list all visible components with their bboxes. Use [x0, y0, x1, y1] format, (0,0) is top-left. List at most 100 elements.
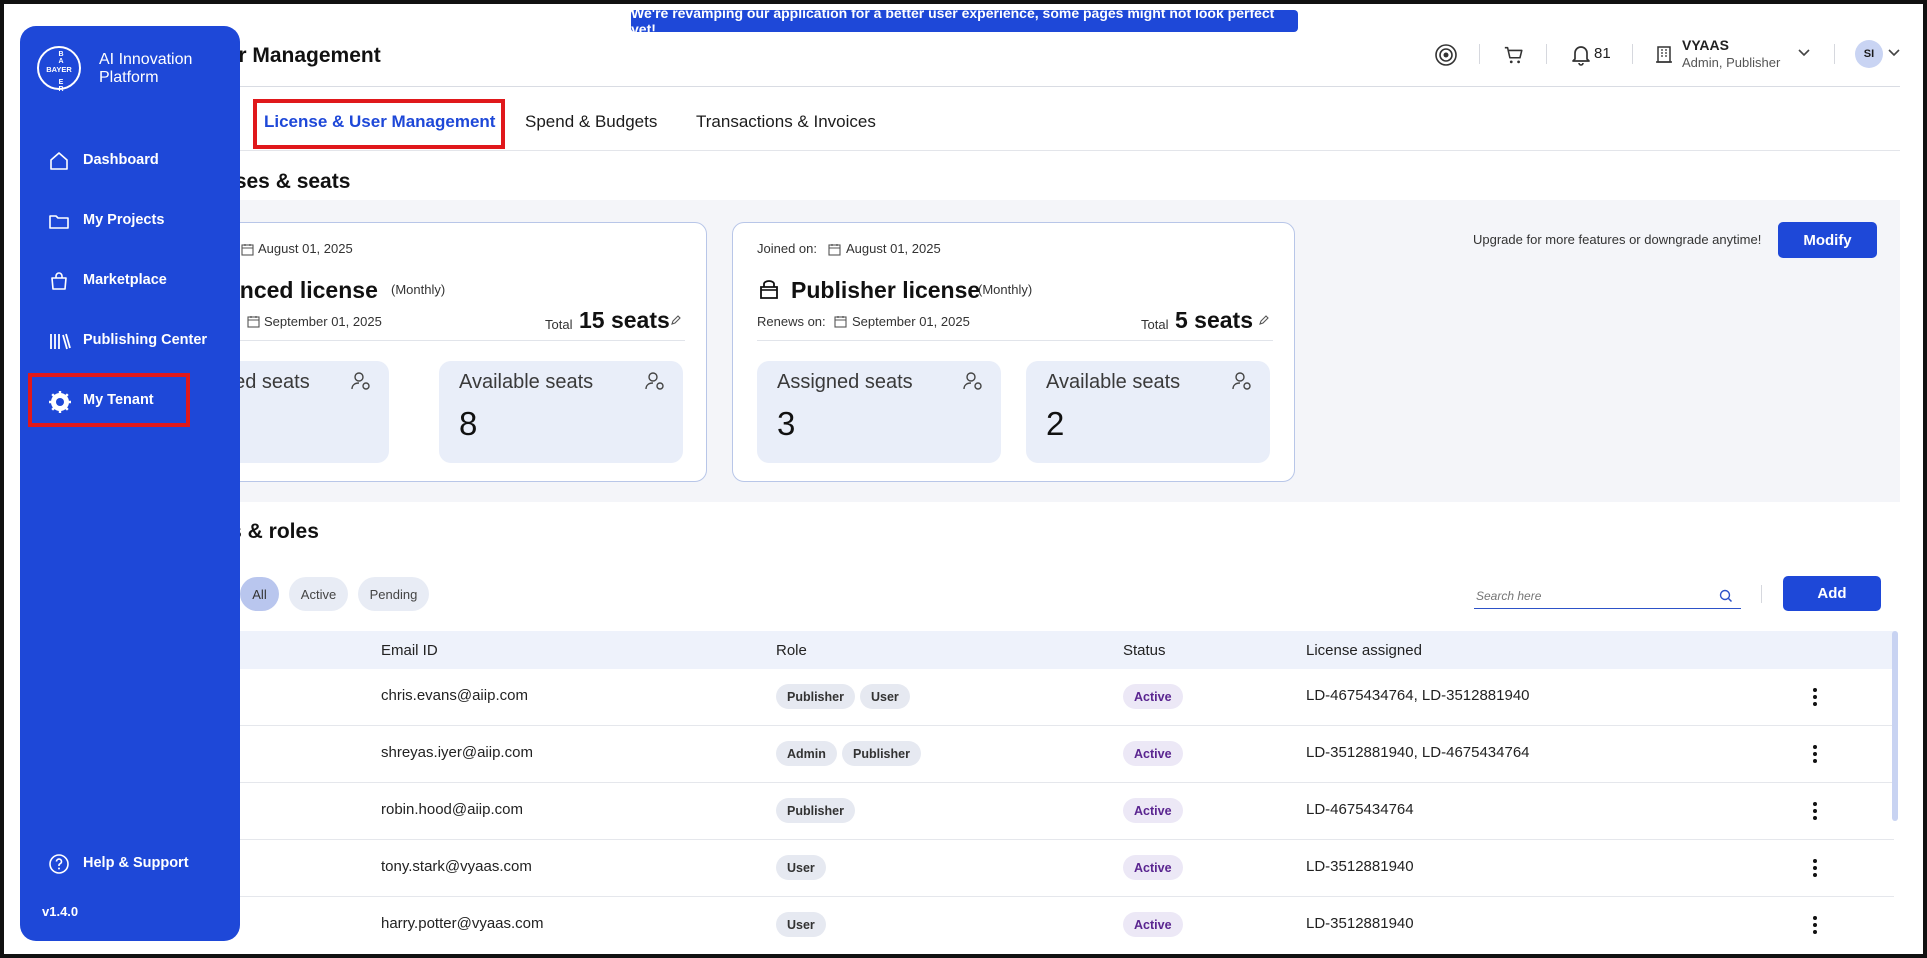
add-user-button[interactable]: Add: [1783, 576, 1881, 611]
calendar-icon: [827, 242, 841, 256]
email-cell: robin.hood@aiip.com: [381, 801, 523, 818]
email-cell: shreyas.iyer@aiip.com: [381, 744, 533, 761]
joined-date: August 01, 2025: [258, 241, 353, 256]
role-chip: Publisher: [776, 798, 855, 823]
total-label: Total: [545, 317, 573, 332]
assigned-seats-box: Assigned seats 3: [757, 361, 1001, 463]
my-tenant-highlight-box: [28, 373, 190, 427]
column-header-license: License assigned: [1306, 642, 1422, 659]
header-divider: [1632, 44, 1633, 64]
total-seats: 5 seats: [1175, 307, 1254, 333]
version-label: v1.4.0: [42, 904, 79, 919]
modify-button[interactable]: Modify: [1778, 222, 1877, 258]
row-actions-menu-icon[interactable]: [1805, 800, 1825, 822]
available-seats-value: 2: [1046, 405, 1065, 442]
license-title: Publisher license: [791, 277, 981, 303]
cart-icon[interactable]: [1502, 43, 1526, 67]
license-period: (Monthly): [391, 282, 446, 297]
chevron-down-icon[interactable]: [1886, 45, 1902, 61]
sidebar-item-label: My Projects: [83, 212, 165, 228]
sidebar-item-label: Dashboard: [83, 152, 159, 168]
role-chip: User: [860, 684, 910, 709]
user-role: Admin, Publisher: [1682, 55, 1781, 70]
bayer-logo: BAER BAYER: [37, 46, 81, 93]
tab-spend-budgets[interactable]: Spend & Budgets: [525, 112, 657, 132]
role-chip: Admin: [776, 741, 837, 766]
email-cell: harry.potter@vyaas.com: [381, 915, 544, 932]
status-badge: Active: [1123, 798, 1183, 823]
chevron-down-icon[interactable]: [1796, 45, 1812, 61]
row-actions-menu-icon[interactable]: [1805, 743, 1825, 765]
email-cell: chris.evans@aiip.com: [381, 687, 528, 704]
sidebar-item-dashboard[interactable]: Dashboard: [20, 141, 240, 181]
header-divider: [1479, 44, 1480, 64]
upgrade-text: Upgrade for more features or downgrade a…: [1473, 232, 1762, 247]
status-badge: Active: [1123, 855, 1183, 880]
publisher-hat-icon: [756, 277, 782, 303]
user-gear-icon: [1232, 371, 1252, 396]
table-scrollbar[interactable]: [1892, 631, 1898, 821]
license-period: (Monthly): [978, 282, 1033, 297]
notification-count: 81: [1594, 45, 1611, 62]
total-label: Total: [1141, 317, 1169, 332]
avatar[interactable]: SI: [1855, 40, 1883, 68]
user-gear-icon: [963, 371, 983, 396]
joined-date: August 01, 2025: [846, 241, 941, 256]
status-badge: Active: [1123, 684, 1183, 709]
available-seats-box: Available seats 8: [439, 361, 683, 463]
available-seats-label: Available seats: [459, 371, 594, 393]
filter-active-chip[interactable]: Active: [289, 577, 348, 611]
row-actions-menu-icon[interactable]: [1805, 914, 1825, 936]
calendar-icon: [833, 314, 847, 328]
column-header-status: Status: [1123, 642, 1166, 659]
row-actions-menu-icon[interactable]: [1805, 857, 1825, 879]
available-seats-box: Available seats 2: [1026, 361, 1270, 463]
column-header-email: Email ID: [381, 642, 438, 659]
logo-horizontal-text: BAYER: [46, 65, 72, 74]
sidebar-item-my-projects[interactable]: My Projects: [20, 201, 240, 241]
search-divider: [1761, 585, 1762, 603]
folder-icon: [48, 210, 70, 237]
license-cell: LD-3512881940, LD-4675434764: [1306, 744, 1530, 761]
search-input[interactable]: [1474, 585, 1704, 607]
calendar-icon: [246, 314, 260, 328]
search-icon[interactable]: [1719, 589, 1733, 608]
header-divider: [1546, 44, 1547, 64]
renews-date: September 01, 2025: [264, 314, 382, 329]
header-divider-line: [200, 86, 1900, 87]
available-seats-label: Available seats: [1046, 371, 1181, 393]
pencil-icon[interactable]: [669, 313, 683, 327]
role-chip: Publisher: [842, 741, 921, 766]
revamp-banner: We're revamping our application for a be…: [631, 5, 1298, 37]
target-icon[interactable]: [1433, 42, 1459, 68]
role-chip: User: [776, 855, 826, 880]
tab-transactions-invoices[interactable]: Transactions & Invoices: [696, 112, 876, 132]
bell-icon[interactable]: [1570, 43, 1592, 67]
license-cell: LD-4675434764: [1306, 801, 1414, 818]
user-gear-icon: [645, 371, 665, 396]
card-divider: [165, 340, 685, 341]
status-badge: Active: [1123, 741, 1183, 766]
filter-all-chip[interactable]: All: [240, 577, 279, 611]
search-field[interactable]: [1474, 585, 1741, 609]
row-actions-menu-icon[interactable]: [1805, 686, 1825, 708]
license-cell: LD-3512881940: [1306, 915, 1414, 932]
filter-pending-chip[interactable]: Pending: [358, 577, 429, 611]
header-divider: [1834, 44, 1835, 64]
joined-label: Joined on:: [757, 241, 817, 256]
sidebar-item-marketplace[interactable]: Marketplace: [20, 261, 240, 301]
license-card-publisher: Joined on: August 01, 2025 Publisher lic…: [732, 222, 1295, 482]
available-seats-value: 8: [459, 405, 478, 442]
total-seats: 15 seats: [579, 307, 670, 333]
platform-name: AI Innovation Platform: [99, 51, 193, 86]
pencil-icon[interactable]: [1257, 313, 1271, 327]
sidebar-item-label: Help & Support: [83, 855, 189, 871]
license-cell: LD-4675434764, LD-3512881940: [1306, 687, 1530, 704]
card-divider: [757, 340, 1273, 341]
renews-date: September 01, 2025: [852, 314, 970, 329]
sidebar-item-label: Publishing Center: [83, 332, 208, 348]
building-icon: [1654, 44, 1674, 64]
assigned-seats-label: Assigned seats: [777, 371, 913, 393]
sidebar-item-publishing-center[interactable]: Publishing Center: [20, 321, 240, 361]
sidebar-item-help-support[interactable]: Help & Support: [20, 844, 240, 884]
